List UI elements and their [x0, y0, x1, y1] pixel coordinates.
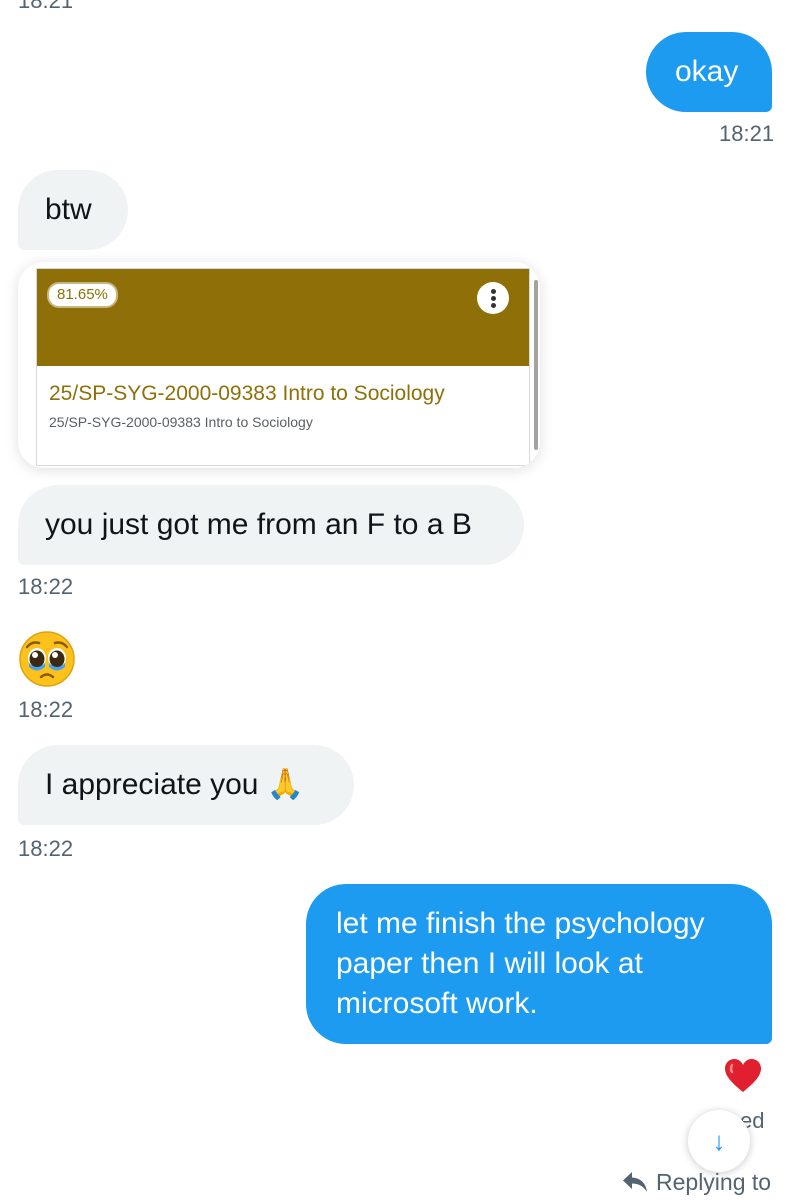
message-timestamp: 18:22 — [18, 836, 74, 861]
message-text: okay — [675, 55, 739, 88]
message-timestamp: 18:22 — [18, 697, 74, 722]
message-timestamp: 18:22 — [18, 574, 74, 599]
reply-arrow-icon — [622, 1171, 648, 1193]
more-options-icon — [477, 282, 509, 314]
message-text: btw — [45, 193, 92, 226]
message-bubble-sent[interactable]: let me finish the psychology paper then … — [306, 884, 772, 1044]
message-text-line: let me finish the psychology — [336, 907, 705, 940]
message-text-line: paper then I will look at — [336, 947, 643, 980]
message-bubble-received[interactable]: I appreciate you 🙏 — [18, 745, 354, 825]
replying-to-bar[interactable]: Replying to — [622, 1166, 771, 1198]
course-subtitle: 25/SP-SYG-2000-09383 Intro to Sociology — [49, 414, 313, 430]
image-attachment[interactable]: 81.65% 25/SP-SYG-2000-09383 Intro to Soc… — [18, 262, 540, 468]
scrollbar-edge — [534, 280, 538, 450]
heart-reaction-icon[interactable] — [724, 1058, 762, 1094]
message-text-line: microsoft work. — [336, 987, 538, 1020]
arrow-down-icon: ↓ — [712, 1126, 726, 1156]
replying-to-label: Replying to — [656, 1168, 772, 1195]
message-text: I appreciate you 🙏 — [45, 768, 305, 801]
message-timestamp: 18:21 — [719, 121, 775, 146]
course-card-header: 81.65% — [37, 269, 529, 366]
course-title: 25/SP-SYG-2000-09383 Intro to Sociology — [49, 382, 445, 405]
grade-badge: 81.65% — [47, 282, 118, 308]
message-bubble-received[interactable]: you just got me from an F to a B — [18, 485, 524, 565]
course-card: 81.65% 25/SP-SYG-2000-09383 Intro to Soc… — [36, 268, 530, 466]
timestamp-top-partial: 18:21 — [18, 0, 74, 13]
scroll-down-button[interactable]: ↓ — [688, 1110, 750, 1172]
pleading-face-emoji-icon[interactable] — [18, 630, 76, 688]
message-bubble-received[interactable]: btw — [18, 170, 128, 250]
message-text: you just got me from an F to a B — [45, 508, 472, 541]
message-bubble-sent[interactable]: okay — [646, 32, 772, 112]
